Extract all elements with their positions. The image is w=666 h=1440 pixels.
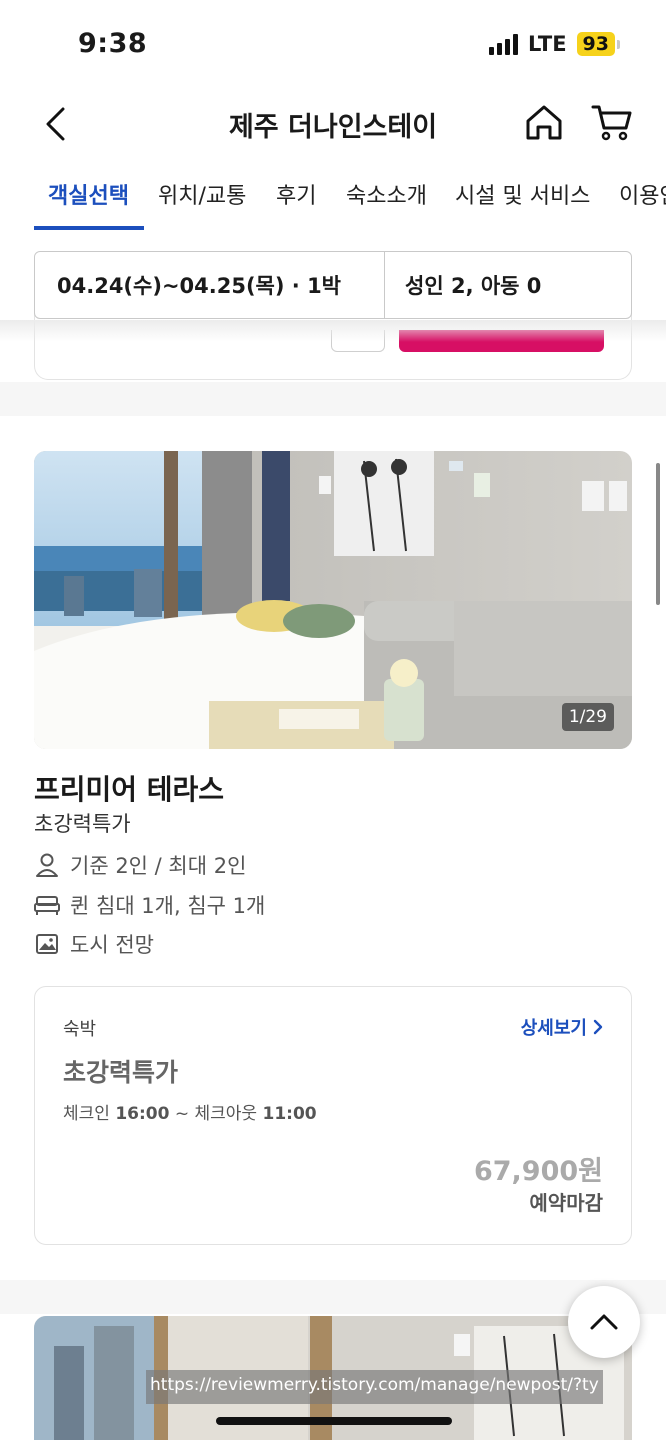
feature-capacity: 기준 2인 / 최대 2인 bbox=[34, 850, 246, 880]
signal-icon bbox=[488, 33, 518, 55]
check-times: 체크인 16:00 ~ 체크아웃 11:00 bbox=[63, 1099, 317, 1124]
image-icon bbox=[34, 931, 60, 957]
feature-capacity-text: 기준 2인 / 최대 2인 bbox=[70, 854, 247, 878]
room-photo-image bbox=[34, 451, 632, 749]
home-indicator[interactable] bbox=[216, 1417, 452, 1425]
cart-button[interactable] bbox=[590, 100, 634, 144]
rate-type: 숙박 bbox=[63, 1019, 97, 1040]
checkin-label: 체크인 bbox=[63, 1104, 110, 1124]
scrollbar[interactable] bbox=[656, 463, 660, 605]
person-icon bbox=[34, 852, 60, 878]
status-indicators: LTE 93 bbox=[488, 32, 620, 56]
photo-counter: 1/29 bbox=[561, 703, 614, 731]
feature-bed-text: 퀸 침대 1개, 침구 1개 bbox=[70, 894, 266, 918]
network-label: LTE bbox=[527, 32, 567, 56]
room-photo[interactable]: 1/29 bbox=[34, 451, 632, 749]
url-watermark: https://reviewmerry.tistory.com/manage/n… bbox=[146, 1370, 603, 1404]
tab-reviews[interactable]: 후기 bbox=[276, 178, 316, 210]
tab-facilities[interactable]: 시설 및 서비스 bbox=[455, 178, 590, 210]
active-tab-indicator bbox=[34, 226, 144, 230]
section-divider-2 bbox=[0, 1280, 666, 1314]
price: 67,900원 bbox=[473, 1156, 603, 1187]
section-divider bbox=[0, 382, 666, 416]
chevron-up-icon bbox=[590, 1314, 618, 1330]
time-separator: ~ bbox=[174, 1104, 190, 1124]
date-selector[interactable]: 04.24(수)~04.25(목) · 1박 bbox=[35, 252, 385, 318]
tab-usage[interactable]: 이용안 bbox=[619, 178, 666, 210]
room-name: 프리미어 테라스 bbox=[34, 773, 225, 806]
checkin-time: 16:00 bbox=[115, 1104, 170, 1124]
reservation-status: 예약마감 bbox=[529, 1191, 603, 1215]
battery-level: 93 bbox=[576, 32, 615, 56]
sticky-shadow bbox=[0, 320, 666, 342]
home-icon bbox=[526, 105, 562, 140]
tab-intro[interactable]: 숙소소개 bbox=[346, 178, 427, 210]
checkout-label: 체크아웃 bbox=[194, 1104, 258, 1124]
page-title: 제주 더나인스테이 bbox=[228, 112, 438, 143]
detail-link-label: 상세보기 bbox=[520, 1018, 587, 1039]
scroll-to-top-button[interactable] bbox=[568, 1286, 640, 1358]
status-bar: 9:38 LTE 93 bbox=[0, 0, 666, 88]
status-time: 9:38 bbox=[78, 28, 148, 59]
feature-bed: 퀸 침대 1개, 침구 1개 bbox=[34, 890, 265, 920]
checkout-time: 11:00 bbox=[262, 1104, 317, 1124]
room-subtitle: 초강력특가 bbox=[34, 812, 131, 836]
guest-selector[interactable]: 성인 2, 아동 0 bbox=[385, 252, 631, 318]
feature-view-text: 도시 전망 bbox=[70, 933, 154, 957]
tab-bar: 객실선택 위치/교통 후기 숙소소개 시설 및 서비스 이용안 bbox=[0, 168, 666, 232]
home-button[interactable] bbox=[522, 100, 566, 144]
feature-view: 도시 전망 bbox=[34, 929, 154, 959]
rate-name: 초강력특가 bbox=[63, 1058, 179, 1087]
app-header: 제주 더나인스테이 bbox=[0, 88, 666, 158]
tab-location[interactable]: 위치/교통 bbox=[158, 178, 246, 210]
detail-link[interactable]: 상세보기 bbox=[521, 1014, 603, 1040]
rate-card[interactable]: 숙박 상세보기 초강력특가 체크인 16:00 ~ 체크아웃 11:00 67,… bbox=[34, 986, 632, 1245]
bed-icon bbox=[34, 892, 60, 918]
search-bar: 04.24(수)~04.25(목) · 1박 성인 2, 아동 0 bbox=[34, 251, 632, 319]
chevron-right-icon bbox=[593, 1019, 603, 1035]
battery-icon: 93 bbox=[576, 32, 620, 56]
tab-room-select[interactable]: 객실선택 bbox=[48, 178, 129, 210]
cart-icon bbox=[591, 105, 632, 141]
